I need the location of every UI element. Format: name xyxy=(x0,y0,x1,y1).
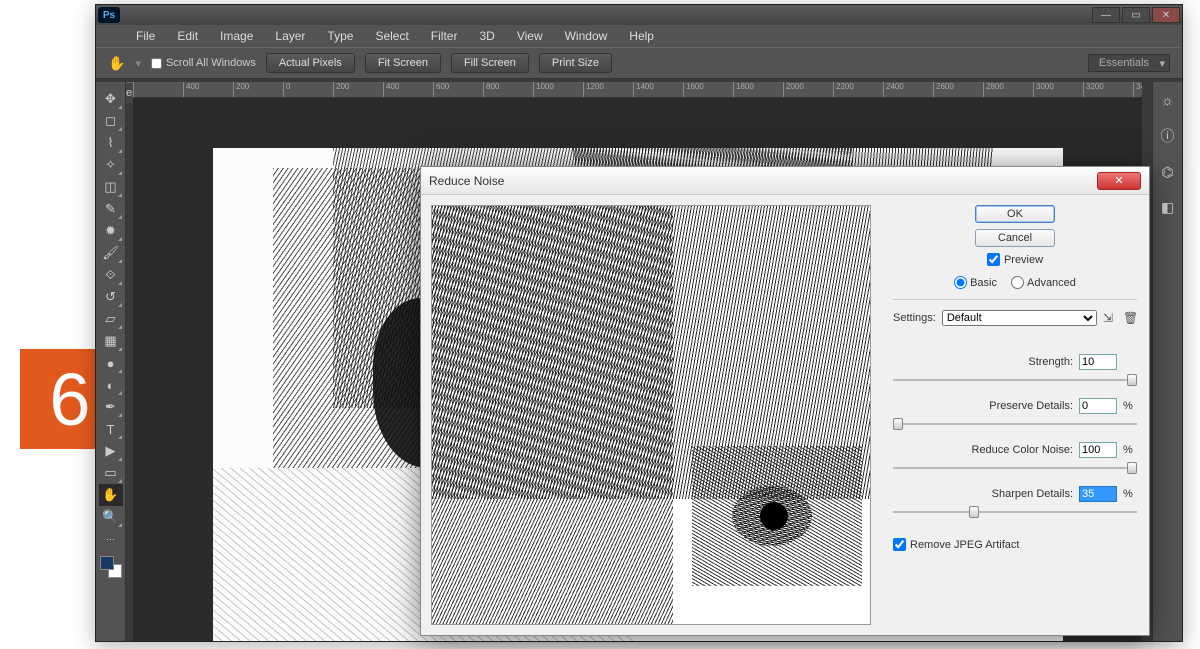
maximize-button[interactable]: ▭ xyxy=(1122,7,1150,23)
panel-icon-2[interactable]: ⓘ xyxy=(1161,126,1175,146)
basic-radio[interactable]: Basic xyxy=(954,276,997,289)
menubar: File Edit Image Layer Type Select Filter… xyxy=(96,25,1182,47)
strength-slider: Strength: xyxy=(893,354,1137,388)
fit-screen-button[interactable]: Fit Screen xyxy=(365,53,441,73)
cancel-button[interactable]: Cancel xyxy=(975,229,1055,247)
clone-stamp-tool[interactable]: ⟐ xyxy=(99,264,123,286)
dodge-tool[interactable]: ◐ xyxy=(99,374,123,396)
advanced-radio[interactable]: Advanced xyxy=(1011,276,1076,289)
panel-icon-1[interactable]: ☼ xyxy=(1161,92,1174,108)
settings-dropdown[interactable]: Default xyxy=(942,310,1097,326)
save-settings-icon[interactable]: ⇲ xyxy=(1103,311,1117,325)
lasso-tool[interactable]: ⌇ xyxy=(99,132,123,154)
gradient-tool[interactable]: ▦ xyxy=(99,330,123,352)
ok-button[interactable]: OK xyxy=(975,205,1055,223)
menu-window[interactable]: Window xyxy=(555,26,618,46)
preview-checkbox[interactable]: Preview xyxy=(987,253,1043,266)
brush-tool[interactable]: 🖌 xyxy=(99,242,123,264)
print-size-button[interactable]: Print Size xyxy=(539,53,612,73)
titlebar: Ps ― ▭ ✕ xyxy=(96,5,1182,25)
menu-type[interactable]: Type xyxy=(317,26,363,46)
hand-tool[interactable]: ✋ xyxy=(99,484,123,506)
foreground-color[interactable] xyxy=(100,556,114,570)
tools-panel: ✥ ◻ ⌇ ✧ ◫ ✎ ✹ 🖌 ⟐ ↺ ▱ ▦ ● ◐ ✒ T ▶ ▭ ✋ 🔍 … xyxy=(96,82,126,641)
crop-tool[interactable]: ◫ xyxy=(99,176,123,198)
edit-toolbar[interactable]: ⋯ xyxy=(99,528,123,550)
move-tool[interactable]: ✥ xyxy=(99,88,123,110)
menu-file[interactable]: File xyxy=(126,26,165,46)
minimize-button[interactable]: ― xyxy=(1092,7,1120,23)
marquee-tool[interactable]: ◻ xyxy=(99,110,123,132)
options-bar: ✋ ▾ Scroll All Windows Actual Pixels Fit… xyxy=(96,47,1182,79)
hand-tool-icon[interactable]: ✋ xyxy=(108,55,125,72)
shape-tool[interactable]: ▭ xyxy=(99,462,123,484)
horizontal-ruler: 4002000200400600800100012001400160018002… xyxy=(133,82,1142,98)
dialog-title: Reduce Noise xyxy=(429,174,504,188)
remove-jpeg-artifact-checkbox[interactable]: Remove JPEG Artifact xyxy=(893,538,1137,551)
menu-layer[interactable]: Layer xyxy=(265,26,315,46)
eyedropper-tool[interactable]: ✎ xyxy=(99,198,123,220)
menu-image[interactable]: Image xyxy=(210,26,263,46)
reduce-color-noise-track[interactable] xyxy=(893,460,1137,476)
preserve-details-input[interactable] xyxy=(1079,398,1117,414)
healing-brush-tool[interactable]: ✹ xyxy=(99,220,123,242)
tool-preset-dropdown[interactable]: ▾ xyxy=(135,57,141,70)
strength-track[interactable] xyxy=(893,372,1137,388)
collapsed-panels: ☼ ⓘ ⌬ ◧ xyxy=(1152,82,1182,641)
dialog-titlebar[interactable]: Reduce Noise ✕ xyxy=(421,167,1149,195)
dialog-preview-pane xyxy=(421,195,881,635)
menu-view[interactable]: View xyxy=(507,26,553,46)
eraser-tool[interactable]: ▱ xyxy=(99,308,123,330)
history-brush-tool[interactable]: ↺ xyxy=(99,286,123,308)
type-tool[interactable]: T xyxy=(99,418,123,440)
sharpen-details-track[interactable] xyxy=(893,504,1137,520)
preserve-details-slider: Preserve Details: % xyxy=(893,398,1137,432)
dialog-controls: OK Cancel Preview Basic Advanced Setting… xyxy=(881,195,1149,635)
strength-input[interactable] xyxy=(1079,354,1117,370)
reduce-color-noise-input[interactable] xyxy=(1079,442,1117,458)
blur-tool[interactable]: ● xyxy=(99,352,123,374)
pen-tool[interactable]: ✒ xyxy=(99,396,123,418)
fill-screen-button[interactable]: Fill Screen xyxy=(451,53,529,73)
close-button[interactable]: ✕ xyxy=(1152,7,1180,23)
menu-filter[interactable]: Filter xyxy=(421,26,468,46)
preserve-details-track[interactable] xyxy=(893,416,1137,432)
panel-icon-3[interactable]: ⌬ xyxy=(1161,164,1173,181)
reduce-color-noise-slider: Reduce Color Noise: % xyxy=(893,442,1137,476)
sharpen-details-slider: Sharpen Details: % xyxy=(893,486,1137,520)
zoom-tool[interactable]: 🔍 xyxy=(99,506,123,528)
panel-icon-4[interactable]: ◧ xyxy=(1161,199,1174,216)
reduce-noise-dialog: Reduce Noise ✕ OK Cancel Preview Basic A… xyxy=(420,166,1150,636)
ps-logo: Ps xyxy=(98,7,120,23)
settings-label: Settings: xyxy=(893,312,936,324)
workspace-switcher[interactable]: Essentials xyxy=(1088,54,1170,72)
menu-3d[interactable]: 3D xyxy=(469,26,504,46)
color-swatches[interactable] xyxy=(100,556,122,578)
menu-help[interactable]: Help xyxy=(619,26,664,46)
magic-wand-tool[interactable]: ✧ xyxy=(99,154,123,176)
path-selection-tool[interactable]: ▶ xyxy=(99,440,123,462)
delete-settings-icon[interactable]: 🗑 xyxy=(1123,311,1137,325)
menu-select[interactable]: Select xyxy=(365,26,418,46)
dialog-close-button[interactable]: ✕ xyxy=(1097,172,1141,190)
sharpen-details-input[interactable] xyxy=(1079,486,1117,502)
menu-edit[interactable]: Edit xyxy=(167,26,208,46)
dialog-preview-image[interactable] xyxy=(431,205,871,625)
actual-pixels-button[interactable]: Actual Pixels xyxy=(266,53,355,73)
scroll-all-windows-checkbox[interactable]: Scroll All Windows xyxy=(151,57,256,69)
